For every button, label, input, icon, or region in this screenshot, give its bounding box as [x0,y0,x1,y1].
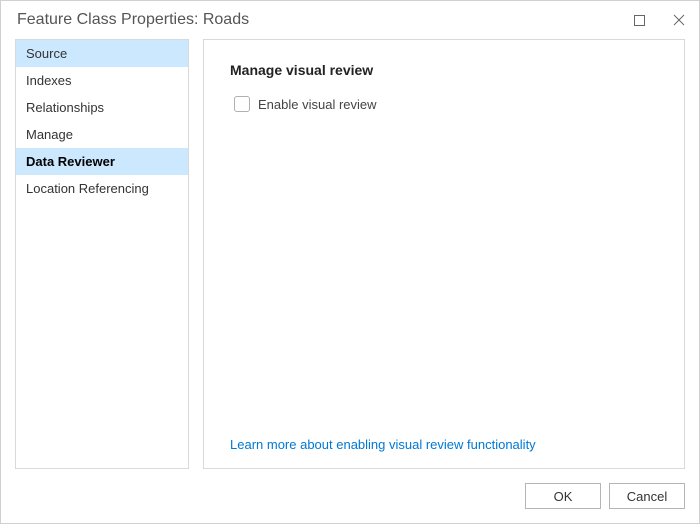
content-spacer [230,112,658,437]
help-link[interactable]: Learn more about enabling visual review … [230,437,658,452]
content-panel: Manage visual review Enable visual revie… [203,39,685,469]
sidebar-item-indexes[interactable]: Indexes [16,67,188,94]
sidebar-item-data-reviewer[interactable]: Data Reviewer [16,148,188,175]
titlebar: Feature Class Properties: Roads [1,1,699,39]
close-icon [673,14,685,26]
dialog-window: Feature Class Properties: Roads Source I… [0,0,700,524]
sidebar-item-source[interactable]: Source [16,40,188,67]
sidebar-item-relationships[interactable]: Relationships [16,94,188,121]
window-title: Feature Class Properties: Roads [17,11,249,29]
dialog-footer: OK Cancel [1,469,699,523]
sidebar-item-label: Location Referencing [26,181,149,196]
close-button[interactable] [659,1,699,39]
sidebar-item-label: Source [26,46,67,61]
sidebar-item-label: Relationships [26,100,104,115]
checkbox-label: Enable visual review [258,97,377,112]
sidebar-item-label: Indexes [26,73,72,88]
checkbox-icon [234,96,250,112]
ok-button[interactable]: OK [525,483,601,509]
dialog-body: Source Indexes Relationships Manage Data… [1,39,699,469]
maximize-icon [634,15,645,26]
section-title: Manage visual review [230,62,658,78]
enable-visual-review-checkbox[interactable]: Enable visual review [234,96,658,112]
sidebar: Source Indexes Relationships Manage Data… [15,39,189,469]
maximize-button[interactable] [619,1,659,39]
sidebar-item-location-referencing[interactable]: Location Referencing [16,175,188,202]
sidebar-item-manage[interactable]: Manage [16,121,188,148]
titlebar-controls [619,1,699,39]
sidebar-item-label: Manage [26,127,73,142]
sidebar-item-label: Data Reviewer [26,154,115,169]
cancel-button[interactable]: Cancel [609,483,685,509]
